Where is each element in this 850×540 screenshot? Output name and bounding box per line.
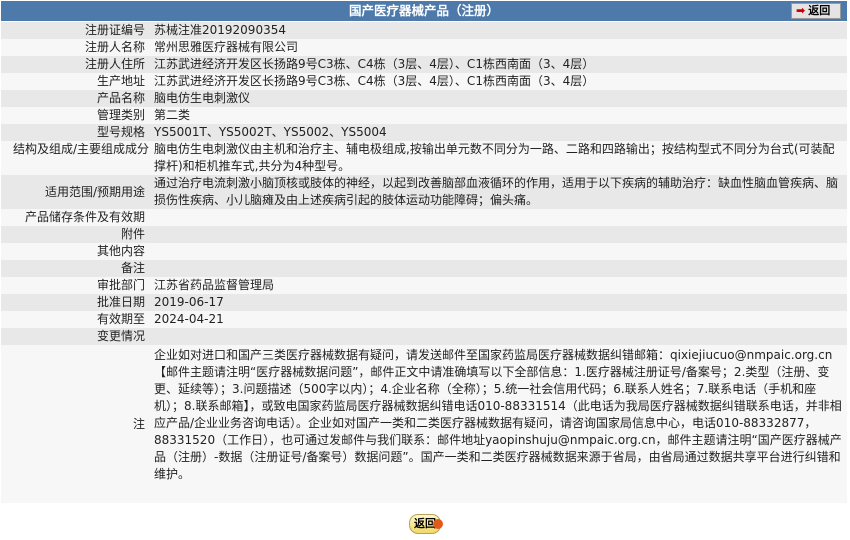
row-value [151, 328, 847, 345]
row-label: 产品储存条件及有效期 [1, 209, 151, 226]
row-label: 附件 [1, 226, 151, 243]
table-row: 备注 [1, 260, 847, 277]
row-value [151, 243, 847, 260]
table-row: 批准日期 2019-06-17 [1, 294, 847, 311]
row-label: 适用范围/预期用途 [1, 175, 151, 209]
row-label: 审批部门 [1, 277, 151, 294]
row-label: 备注 [1, 260, 151, 277]
row-value: 江苏武进经济开发区长扬路9号C3栋、C4栋（3层、4层）、C1栋西南面（3、4层… [151, 73, 847, 90]
row-value: 企业如对进口和国产三类医疗器械数据有疑问，请发送邮件至国家药监局医疗器械数据纠错… [151, 345, 847, 503]
row-value: 通过治疗电流刺激小脑顶核或肢体的神经，以起到改善脑部血液循环的作用，适用于以下疾… [151, 175, 847, 209]
table-row: 注企业如对进口和国产三类医疗器械数据有疑问，请发送邮件至国家药监局医疗器械数据纠… [1, 345, 847, 503]
row-value: YS5001T、YS5002T、YS5002、YS5004 [151, 124, 847, 141]
back-arrow-icon: ➡ [796, 4, 806, 17]
row-label: 注册人名称 [1, 39, 151, 56]
row-label: 注册证编号 [1, 22, 151, 39]
row-value: 江苏武进经济开发区长扬路9号C3栋、C4栋（3层、4层）、C1栋西南面（3、4层… [151, 56, 847, 73]
row-value: 苏械注准20192090354 [151, 22, 847, 39]
row-value: 2024-04-21 [151, 311, 847, 328]
row-value [151, 226, 847, 243]
table-row: 结构及组成/主要组成成分 脑电仿生电刺激仪由主机和治疗主、辅电极组成,按输出单元数… [1, 141, 847, 175]
page-title: 国产医疗器械产品（注册） [348, 3, 499, 18]
row-label: 其他内容 [1, 243, 151, 260]
table-row: 附件 [1, 226, 847, 243]
table-row: 产品名称 脑电仿生电刺激仪 [1, 90, 847, 107]
page-header: 国产医疗器械产品（注册） ➡ 返回 [1, 1, 847, 21]
table-row: 注册人名称 常州思雅医疗器械有限公司 [1, 39, 847, 56]
row-label: 注 [1, 345, 151, 503]
table-row: 生产地址 江苏武进经济开发区长扬路9号C3栋、C4栋（3层、4层）、C1栋西南面（… [1, 73, 847, 90]
row-label: 生产地址 [1, 73, 151, 90]
table-row: 型号规格 YS5001T、YS5002T、YS5002、YS5004 [1, 124, 847, 141]
row-label: 注册人住所 [1, 56, 151, 73]
row-value [151, 209, 847, 226]
row-value: 2019-06-17 [151, 294, 847, 311]
row-label: 有效期至 [1, 311, 151, 328]
row-value: 脑电仿生电刺激仪 [151, 90, 847, 107]
table-row: 注册人住所 江苏武进经济开发区长扬路9号C3栋、C4栋（3层、4层）、C1栋西南面… [1, 56, 847, 73]
row-value: 第二类 [151, 107, 847, 124]
row-value: 脑电仿生电刺激仪由主机和治疗主、辅电极组成,按输出单元数不同分为一路、二路和四路… [151, 141, 847, 175]
row-value: 江苏省药品监督管理局 [151, 277, 847, 294]
table-row: 适用范围/预期用途 通过治疗电流刺激小脑顶核或肢体的神经，以起到改善脑部血液循环的… [1, 175, 847, 209]
table-row: 其他内容 [1, 243, 847, 260]
row-value: 常州思雅医疗器械有限公司 [151, 39, 847, 56]
footer: 返回 [0, 510, 850, 538]
row-label: 管理类别 [1, 107, 151, 124]
table-row: 注册证编号 苏械注准20192090354 [1, 22, 847, 39]
table-row: 审批部门 江苏省药品监督管理局 [1, 277, 847, 294]
footer-back-button[interactable]: 返回 [409, 514, 443, 534]
detail-table: 注册证编号 苏械注准20192090354 注册人名称 常州思雅医疗器械有限公司 注册人… [1, 22, 847, 503]
table-row: 管理类别 第二类 [1, 107, 847, 124]
row-value [151, 260, 847, 277]
table-row: 产品储存条件及有效期 [1, 209, 847, 226]
row-label: 产品名称 [1, 90, 151, 107]
header-back-label: 返回 [808, 4, 831, 17]
row-label: 型号规格 [1, 124, 151, 141]
table-row: 变更情况 [1, 328, 847, 345]
row-label: 批准日期 [1, 294, 151, 311]
table-row: 有效期至 2024-04-21 [1, 311, 847, 328]
back-dot-icon [433, 519, 443, 529]
row-label: 结构及组成/主要组成成分 [1, 141, 151, 175]
row-label: 变更情况 [1, 328, 151, 345]
header-back-button[interactable]: ➡ 返回 [791, 3, 841, 19]
